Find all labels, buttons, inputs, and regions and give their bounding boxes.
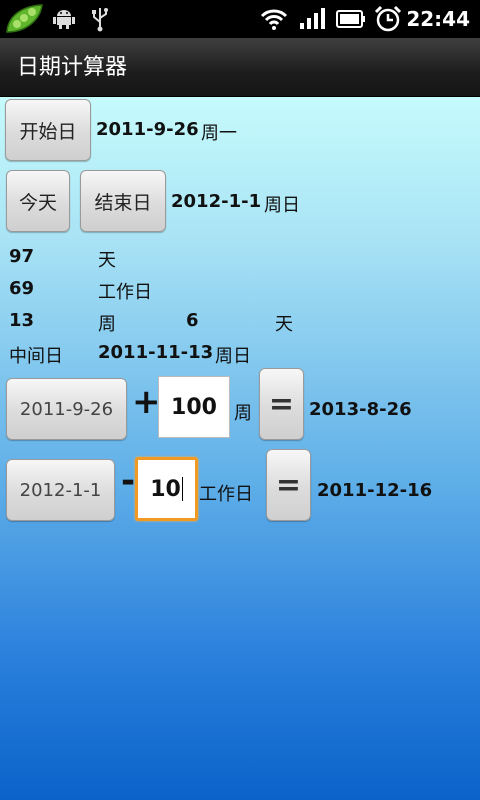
plus-operator: + bbox=[132, 382, 161, 422]
main-content: 开始日 2011-9-26 周一 今天 结束日 2012-1-1 周日 97 天… bbox=[0, 97, 480, 800]
android-debug-icon bbox=[52, 0, 76, 38]
signal-icon bbox=[298, 0, 326, 38]
today-button[interactable]: 今天 bbox=[6, 170, 70, 232]
middle-weekday: 周日 bbox=[215, 346, 251, 367]
start-weekday: 周一 bbox=[201, 123, 237, 144]
peapod-app-icon bbox=[4, 0, 46, 38]
usb-icon bbox=[90, 0, 110, 38]
status-bar: 22:44 bbox=[0, 0, 480, 38]
battery-icon bbox=[336, 0, 366, 38]
app-title: 日期计算器 bbox=[17, 55, 128, 80]
end-weekday: 周日 bbox=[264, 195, 300, 216]
wifi-icon bbox=[260, 0, 288, 38]
days-unit: 天 bbox=[98, 250, 116, 271]
sub-equals-button[interactable]: = bbox=[266, 449, 311, 521]
end-date-button[interactable]: 结束日 bbox=[80, 170, 166, 232]
sub-unit-label[interactable]: 工作日 bbox=[199, 480, 253, 506]
sub-base-date-button[interactable]: 2012-1-1 bbox=[6, 459, 115, 521]
middle-date-value: 2011-11-13 bbox=[98, 342, 214, 363]
add-result-value: 2013-8-26 bbox=[309, 399, 412, 420]
weeks-unit: 周 bbox=[98, 314, 116, 335]
end-date-value: 2012-1-1 bbox=[171, 191, 262, 212]
text-cursor bbox=[181, 477, 183, 501]
extra-days-value: 6 bbox=[186, 310, 199, 331]
status-time: 22:44 bbox=[406, 7, 470, 31]
weeks-value: 13 bbox=[9, 310, 35, 331]
start-date-value: 2011-9-26 bbox=[96, 119, 199, 140]
title-bar: 日期计算器 bbox=[0, 38, 480, 97]
extra-days-unit: 天 bbox=[275, 314, 293, 335]
workdays-value: 69 bbox=[9, 278, 35, 299]
add-amount-input[interactable]: 100 bbox=[158, 376, 230, 438]
days-value: 97 bbox=[9, 246, 35, 267]
add-equals-button[interactable]: = bbox=[259, 368, 304, 440]
alarm-icon bbox=[374, 0, 402, 38]
start-date-button[interactable]: 开始日 bbox=[5, 99, 91, 161]
add-base-date-button[interactable]: 2011-9-26 bbox=[6, 378, 127, 440]
minus-operator: - bbox=[121, 461, 136, 501]
sub-result-value: 2011-12-16 bbox=[317, 480, 433, 501]
sub-amount-input[interactable]: 10 bbox=[135, 457, 198, 521]
workdays-unit: 工作日 bbox=[98, 282, 152, 303]
middle-date-label: 中间日 bbox=[9, 346, 63, 367]
add-unit-label[interactable]: 周 bbox=[234, 399, 252, 425]
sub-amount-text: 10 bbox=[150, 476, 181, 502]
